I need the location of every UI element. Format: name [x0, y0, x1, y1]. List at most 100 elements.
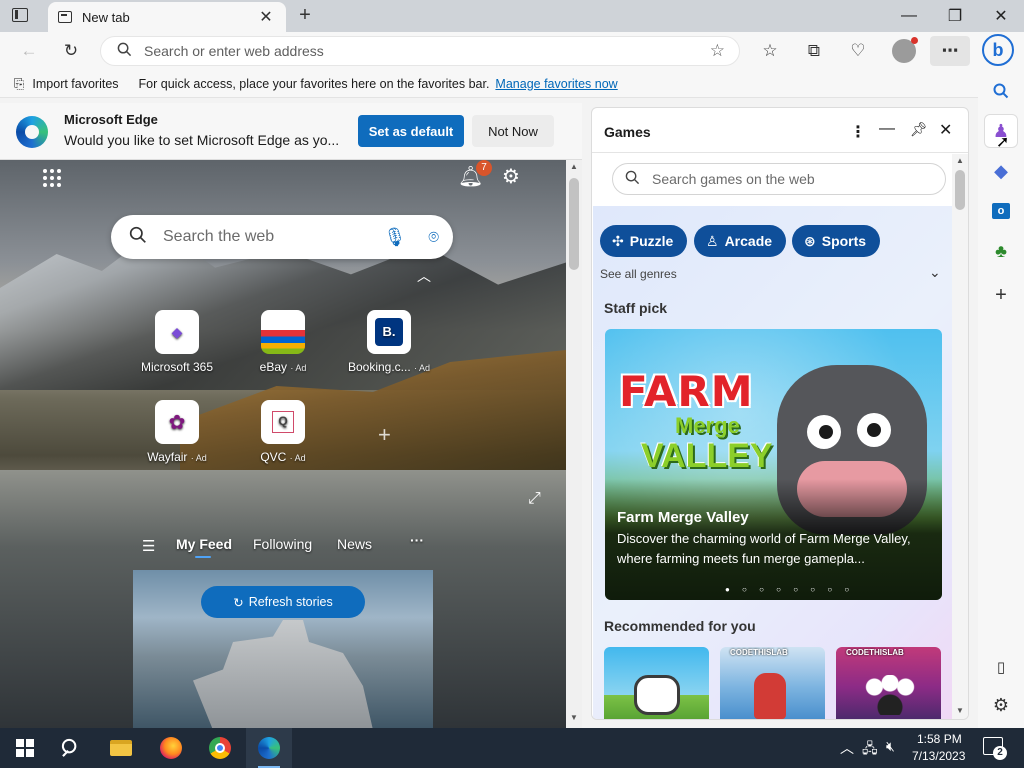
not-now-button[interactable]: Not Now [472, 115, 554, 147]
ebay-logo-icon [261, 310, 305, 354]
recommended-game-bowling[interactable]: CODETHISLAB [836, 647, 941, 719]
carousel-dots[interactable]: ● ○ ○ ○ ○ ○ ○ ○ [725, 585, 854, 594]
active-tab-indicator [195, 556, 211, 558]
microphone-icon[interactable]: 🎙︎ [383, 227, 406, 248]
banner-title: Microsoft Edge [64, 112, 158, 127]
games-scrollbar[interactable]: ▲ ▼ [952, 154, 968, 719]
collapse-chevron-up-icon[interactable]: ︿ [417, 266, 431, 286]
sidebar-add-icon[interactable]: + [984, 278, 1018, 312]
bing-copilot-icon[interactable]: b [982, 34, 1014, 66]
edge-taskbar-icon[interactable] [246, 728, 292, 768]
import-favorites-button[interactable]: Import favorites [32, 77, 118, 91]
tab-my-feed[interactable]: My Feed [176, 536, 232, 552]
games-search-input[interactable]: Search games on the web [612, 163, 946, 195]
profile-avatar[interactable] [889, 36, 919, 66]
network-icon[interactable]: 🖧︎ [862, 738, 878, 762]
banner-message: Would you like to set Microsoft Edge as … [64, 132, 340, 148]
new-tab-page: 🔔︎ 7 ⚙ Search the web 🎙︎ ⌾ ︿ ◆ Microsoft… [0, 160, 582, 728]
taskbar-time[interactable]: 1:58 PM [917, 732, 962, 746]
merge-logo-art: Merge [675, 413, 740, 438]
scroll-down-arrow-icon[interactable]: ▼ [956, 706, 964, 715]
expand-icon[interactable]: ⤢ [528, 490, 541, 508]
settings-and-more-button[interactable]: ⋯ [930, 36, 970, 66]
sidebar-search-icon[interactable] [984, 74, 1018, 108]
manage-favorites-link[interactable]: Manage favorites now [495, 77, 617, 91]
show-hidden-icons-chevron-icon[interactable]: ︿ [840, 738, 854, 758]
new-tab-button[interactable]: + [294, 4, 316, 26]
puzzle-icon: ✣ [612, 232, 624, 249]
recommended-game-archery[interactable]: CODETHISLAB [720, 647, 825, 719]
sidebar-microsoft-365-icon[interactable]: ◆ [984, 154, 1018, 188]
tab-new-tab[interactable]: New tab ✕ [48, 2, 286, 32]
collections-icon[interactable]: ⧉ [799, 36, 829, 66]
favorites-icon[interactable]: ☆ [755, 36, 785, 66]
quick-link-booking[interactable]: B. Booking.c... · Ad [344, 310, 434, 374]
scroll-down-arrow-icon[interactable]: ▼ [570, 713, 578, 722]
genre-arcade-chip[interactable]: ♙ Arcade [694, 225, 787, 257]
import-favorites-icon[interactable]: ⎘ [14, 76, 24, 92]
pane-more-options-icon[interactable]: ⋮ [850, 122, 866, 142]
performance-icon[interactable]: ♡ [843, 36, 873, 66]
pane-pin-icon[interactable]: 📌︎ [910, 121, 928, 138]
page-settings-gear-icon[interactable]: ⚙ [502, 164, 520, 189]
feed-more-icon[interactable]: ··· [410, 532, 424, 548]
tab-actions-icon[interactable] [12, 8, 28, 22]
feed-menu-icon[interactable]: ☰ [142, 537, 155, 555]
restore-button[interactable]: ❐ [932, 0, 978, 32]
refresh-button[interactable]: ↻ [56, 36, 86, 66]
see-all-genres-link[interactable]: See all genres [600, 267, 677, 281]
refresh-stories-button[interactable]: ↻ Refresh stories [201, 586, 365, 618]
scrollbar-thumb[interactable] [955, 170, 965, 210]
recommended-heading: Recommended for you [604, 618, 756, 634]
quick-link-ebay[interactable]: eBay · Ad [238, 310, 328, 374]
scroll-up-arrow-icon[interactable]: ▲ [570, 162, 578, 171]
wayfair-logo-icon: ✿ [155, 400, 199, 444]
microsoft-365-logo-icon: ◆ [155, 310, 199, 354]
quick-link-wayfair[interactable]: ✿ Wayfair · Ad [132, 400, 222, 464]
search-icon [117, 42, 132, 60]
sidebar-hide-panel-icon[interactable]: ▯ [984, 650, 1018, 684]
close-window-button[interactable]: ✕ [978, 0, 1024, 32]
quick-link-microsoft-365[interactable]: ◆ Microsoft 365 [132, 310, 222, 374]
tab-strip: New tab ✕ + — ❐ ✕ [0, 0, 1024, 32]
volume-muted-icon[interactable]: 🔇︎ [886, 738, 895, 755]
pane-close-icon[interactable]: ✕ [939, 120, 952, 140]
page-scrollbar[interactable]: ▲ ▼ [566, 160, 582, 728]
add-shortcut-icon[interactable]: + [378, 422, 391, 448]
tab-following[interactable]: Following [253, 536, 312, 552]
sidebar-drop-tree-icon[interactable]: ♣ [984, 234, 1018, 268]
tab-news[interactable]: News [337, 536, 372, 552]
sidebar-outlook-icon[interactable]: o [984, 194, 1018, 228]
edge-sidebar: ♟ ➚ ◆ o ♣ + ▯ ⚙ [978, 70, 1024, 728]
genre-sports-chip[interactable]: ⊛ Sports [792, 225, 881, 257]
staff-pick-title: Farm Merge Valley [617, 509, 749, 526]
web-search-box[interactable]: Search the web 🎙︎ ⌾ [111, 215, 453, 259]
app-launcher-icon[interactable] [42, 168, 62, 188]
close-tab-icon[interactable]: ✕ [256, 7, 276, 27]
edge-logo-icon [16, 116, 48, 148]
sidebar-settings-gear-icon[interactable]: ⚙ [984, 688, 1018, 722]
taskbar-date[interactable]: 7/13/2023 [912, 749, 965, 763]
address-bar[interactable]: Search or enter web address ☆ [100, 36, 740, 66]
firefox-icon[interactable] [148, 728, 194, 768]
pane-minimize-icon[interactable]: — [879, 120, 895, 138]
quick-link-qvc[interactable]: Q QVC · Ad [238, 400, 328, 464]
scroll-up-arrow-icon[interactable]: ▲ [956, 156, 964, 165]
file-explorer-icon[interactable] [98, 728, 144, 768]
scrollbar-thumb[interactable] [569, 178, 579, 270]
minimize-button[interactable]: — [886, 0, 932, 32]
visual-search-icon[interactable]: ⌾ [428, 227, 439, 248]
genre-label: Arcade [724, 233, 773, 249]
back-button[interactable]: ← [14, 36, 44, 66]
search-icon [129, 226, 147, 249]
chrome-icon[interactable] [197, 728, 243, 768]
chevron-down-icon[interactable]: ⌄ [929, 264, 941, 281]
staff-pick-description: Discover the charming world of Farm Merg… [617, 531, 911, 566]
favorite-star-icon[interactable]: ☆ [710, 41, 725, 61]
start-button[interactable] [2, 728, 48, 768]
staff-pick-card[interactable]: FARM Merge VALLEY Farm Merge Valley Disc… [605, 329, 942, 600]
taskbar-search-icon[interactable] [48, 728, 94, 768]
genre-puzzle-chip[interactable]: ✣ Puzzle [600, 225, 688, 257]
recommended-game-cow[interactable] [604, 647, 709, 719]
set-as-default-button[interactable]: Set as default [358, 115, 464, 147]
